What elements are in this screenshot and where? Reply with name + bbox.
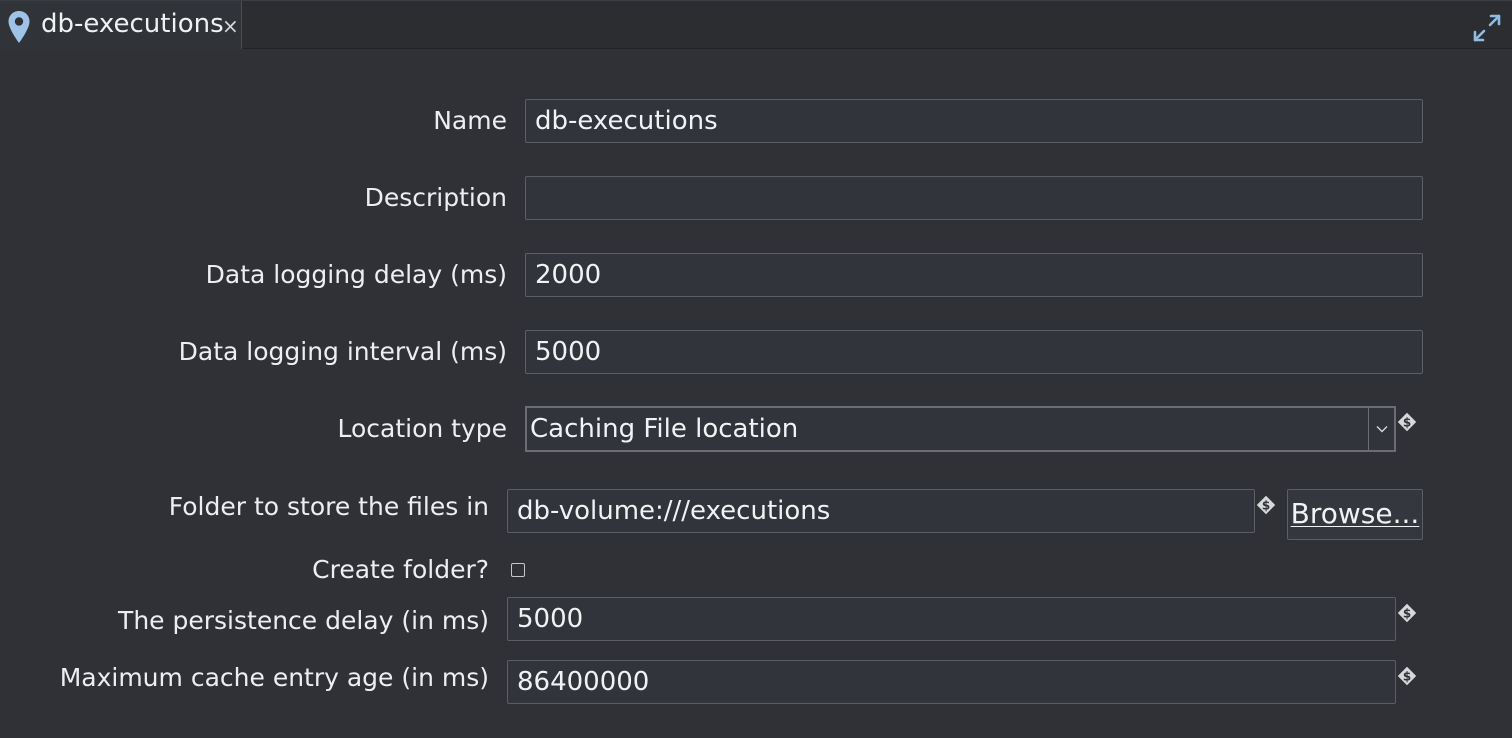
- browse-button[interactable]: Browse...: [1287, 489, 1423, 540]
- logging-delay-label: Data logging delay (ms): [205, 260, 507, 289]
- logging-delay-input[interactable]: 2000: [525, 253, 1423, 297]
- map-pin-icon: [8, 11, 30, 43]
- svg-text:$: $: [1403, 607, 1411, 621]
- editor-tab-bar: db-executions ×: [0, 0, 1512, 49]
- max-cache-age-label: Maximum cache entry age (in ms): [59, 663, 489, 692]
- variable-icon[interactable]: $: [1396, 411, 1418, 433]
- name-label: Name: [433, 106, 507, 135]
- tab-close-button[interactable]: ×: [222, 14, 239, 38]
- svg-text:$: $: [1403, 670, 1411, 684]
- svg-text:$: $: [1403, 416, 1411, 430]
- variable-icon[interactable]: $: [1396, 602, 1418, 624]
- tab-db-executions[interactable]: db-executions ×: [0, 1, 242, 49]
- create-folder-checkbox[interactable]: [511, 563, 525, 577]
- location-type-dropdown-button[interactable]: [1368, 408, 1394, 450]
- chevron-down-icon: [1376, 426, 1387, 433]
- name-input[interactable]: db-executions: [525, 99, 1423, 143]
- variable-icon[interactable]: $: [1396, 665, 1418, 687]
- persistence-delay-input[interactable]: 5000: [507, 597, 1396, 641]
- expand-icon[interactable]: [1472, 13, 1502, 43]
- svg-text:$: $: [1262, 499, 1270, 513]
- logging-interval-label: Data logging interval (ms): [178, 337, 507, 366]
- create-folder-label: Create folder?: [312, 555, 489, 584]
- folder-input[interactable]: db-volume:///executions: [507, 489, 1255, 533]
- tab-title: db-executions: [41, 9, 224, 39]
- persistence-delay-label: The persistence delay (in ms): [118, 606, 489, 635]
- max-cache-age-input[interactable]: 86400000: [507, 660, 1396, 704]
- location-type-select[interactable]: Caching File location: [525, 406, 1396, 452]
- folder-label: Folder to store the files in: [168, 492, 489, 521]
- description-input[interactable]: [525, 176, 1423, 220]
- description-label: Description: [364, 183, 507, 212]
- location-type-label: Location type: [337, 414, 507, 443]
- logging-interval-input[interactable]: 5000: [525, 330, 1423, 374]
- variable-icon[interactable]: $: [1255, 494, 1277, 516]
- location-type-value: Caching File location: [530, 414, 799, 444]
- browse-button-label: Browse...: [1290, 497, 1420, 530]
